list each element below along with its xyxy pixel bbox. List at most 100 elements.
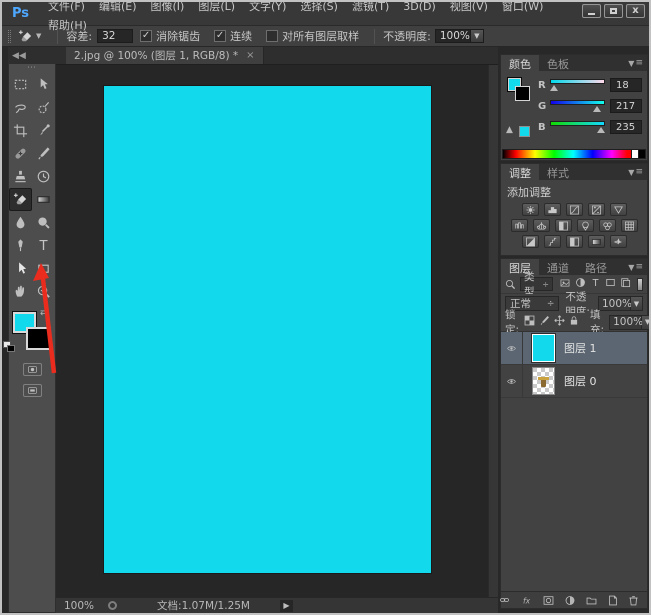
color-tab[interactable]: 色板 (539, 55, 577, 71)
layer-row[interactable]: 图层 1 (501, 332, 647, 365)
smart-object-filter-icon[interactable] (620, 277, 631, 291)
tool-path-selection[interactable] (9, 257, 32, 280)
swap-colors-icon[interactable]: ⇄ (40, 308, 48, 318)
adjustment-brightness-contrast[interactable] (522, 203, 539, 216)
tool-clone-stamp[interactable] (9, 165, 32, 188)
adjustment-hue-saturation[interactable] (511, 219, 528, 232)
filter-kind-combo[interactable]: 类型 ÷ (520, 277, 553, 291)
new-group-icon[interactable] (585, 595, 598, 606)
default-colors-icon[interactable] (3, 341, 15, 352)
tool-blur[interactable] (9, 211, 32, 234)
lock-all-icon[interactable] (569, 315, 579, 329)
fill-value[interactable]: 100% (609, 315, 642, 330)
new-adjustment-layer-icon[interactable] (564, 595, 576, 606)
slider-handle-icon[interactable] (550, 85, 558, 91)
tool-rectangle-shape[interactable] (32, 257, 55, 280)
new-layer-icon[interactable] (607, 595, 619, 606)
adjustment-exposure[interactable] (588, 203, 605, 216)
color-spectrum[interactable] (502, 149, 646, 159)
tool-magic-eraser[interactable] (9, 188, 32, 211)
adjustment-invert[interactable] (522, 235, 539, 248)
checkbox-icon[interactable]: ✓ (140, 30, 152, 42)
tool-spot-healing-brush[interactable] (9, 142, 32, 165)
panel-menu-icon[interactable]: ▼≡ (628, 259, 647, 275)
adjustment-photo-filter[interactable] (577, 219, 594, 232)
tool-gradient[interactable] (32, 188, 55, 211)
layers-tab[interactable]: 路径 (577, 259, 615, 275)
layer-name[interactable]: 图层 0 (564, 373, 597, 389)
channel-value[interactable]: 18 (610, 78, 642, 92)
fill-combo[interactable]: 100% ▼ (609, 315, 651, 330)
background-color-swatch[interactable] (26, 327, 51, 350)
toolbar-grip[interactable]: ⋯ (27, 64, 37, 73)
adjustment-vibrance[interactable] (610, 203, 627, 216)
layers-tab[interactable]: 通道 (539, 259, 577, 275)
layer-opacity-combo[interactable]: 100% ▼ (598, 296, 643, 311)
adjustment-black-white[interactable] (555, 219, 572, 232)
tool-history-brush[interactable] (32, 165, 55, 188)
adjustment-gradient-map[interactable] (588, 235, 605, 248)
menu-item[interactable]: 滤镜(T) (352, 0, 389, 13)
option-checkbox[interactable]: ✓ 连续 (214, 28, 252, 44)
adjustment-channel-mixer[interactable] (599, 219, 616, 232)
checkbox-icon[interactable]: ✓ (214, 30, 226, 42)
layer-effects-icon[interactable]: fx (520, 595, 533, 606)
link-layers-icon[interactable] (498, 595, 511, 605)
option-checkbox[interactable]: ✓ 消除锯齿 (140, 28, 200, 44)
canvas-area[interactable]: 100% 文档:1.07M/1.25M ▶ (56, 64, 498, 613)
adjustment-color-lookup[interactable] (621, 219, 638, 232)
panel-background-swatch[interactable] (515, 86, 530, 101)
maximize-button[interactable] (604, 4, 623, 18)
tool-eyedropper[interactable] (32, 119, 55, 142)
tool-lasso[interactable] (9, 96, 32, 119)
visibility-cell[interactable] (501, 332, 523, 364)
zoom-level[interactable]: 100% (64, 600, 94, 612)
add-layer-mask-icon[interactable] (542, 595, 555, 606)
menu-item[interactable]: 文字(Y) (249, 0, 286, 13)
quick-mask-button[interactable] (23, 363, 42, 376)
close-tab-icon[interactable]: × (246, 50, 254, 61)
chevron-down-icon[interactable]: ▼ (631, 296, 643, 311)
shape-layer-filter-icon[interactable] (605, 277, 616, 291)
channel-slider[interactable] (550, 119, 605, 135)
gamut-warning-icon[interactable]: ▲ (506, 125, 513, 135)
minimize-button[interactable] (582, 4, 601, 18)
adjustment-selective-color[interactable] (610, 235, 627, 248)
adjustment-color-balance[interactable] (533, 219, 550, 232)
layer-thumbnail[interactable] (532, 334, 555, 362)
tolerance-input[interactable]: 32 (97, 29, 133, 43)
tool-zoom[interactable] (32, 280, 55, 303)
panel-menu-icon[interactable]: ▼≡ (628, 55, 647, 71)
tool-pen[interactable] (9, 234, 32, 257)
chevron-down-icon[interactable]: ▼ (642, 315, 651, 330)
menu-item[interactable]: 窗口(W) (502, 0, 543, 13)
tool-dodge[interactable] (32, 211, 55, 234)
chevron-down-icon[interactable]: ▼ (471, 29, 484, 43)
delete-layer-icon[interactable] (628, 595, 639, 606)
menu-item[interactable]: 图像(I) (151, 0, 185, 13)
eye-icon[interactable] (505, 377, 518, 386)
menu-item[interactable]: 选择(S) (300, 0, 338, 13)
menu-item[interactable]: 图层(L) (198, 0, 235, 13)
tool-type[interactable]: T (32, 234, 55, 257)
checkbox-icon[interactable] (266, 30, 278, 42)
filter-toggle[interactable] (637, 278, 643, 291)
tool-brush[interactable] (32, 142, 55, 165)
tool-hand[interactable] (9, 280, 32, 303)
close-button[interactable]: x (626, 4, 645, 18)
tool-crop[interactable] (9, 119, 32, 142)
adjustment-curves[interactable] (566, 203, 583, 216)
panel-menu-icon[interactable]: ▼≡ (628, 164, 647, 180)
toolbar-collapse[interactable]: ◀◀ (8, 47, 56, 64)
white-swatch[interactable] (632, 149, 639, 159)
tool-move[interactable] (32, 73, 55, 96)
opacity-value[interactable]: 100% (435, 29, 471, 43)
slider-handle-icon[interactable] (593, 106, 601, 112)
canvas-document[interactable] (104, 86, 431, 573)
lock-transparency-icon[interactable] (524, 315, 535, 329)
option-checkbox[interactable]: 对所有图层取样 (266, 28, 359, 44)
tool-rectangular-marquee[interactable] (9, 73, 32, 96)
lock-paint-icon[interactable] (539, 315, 550, 329)
lock-position-icon[interactable] (554, 315, 565, 329)
menu-item[interactable]: 编辑(E) (99, 0, 137, 13)
